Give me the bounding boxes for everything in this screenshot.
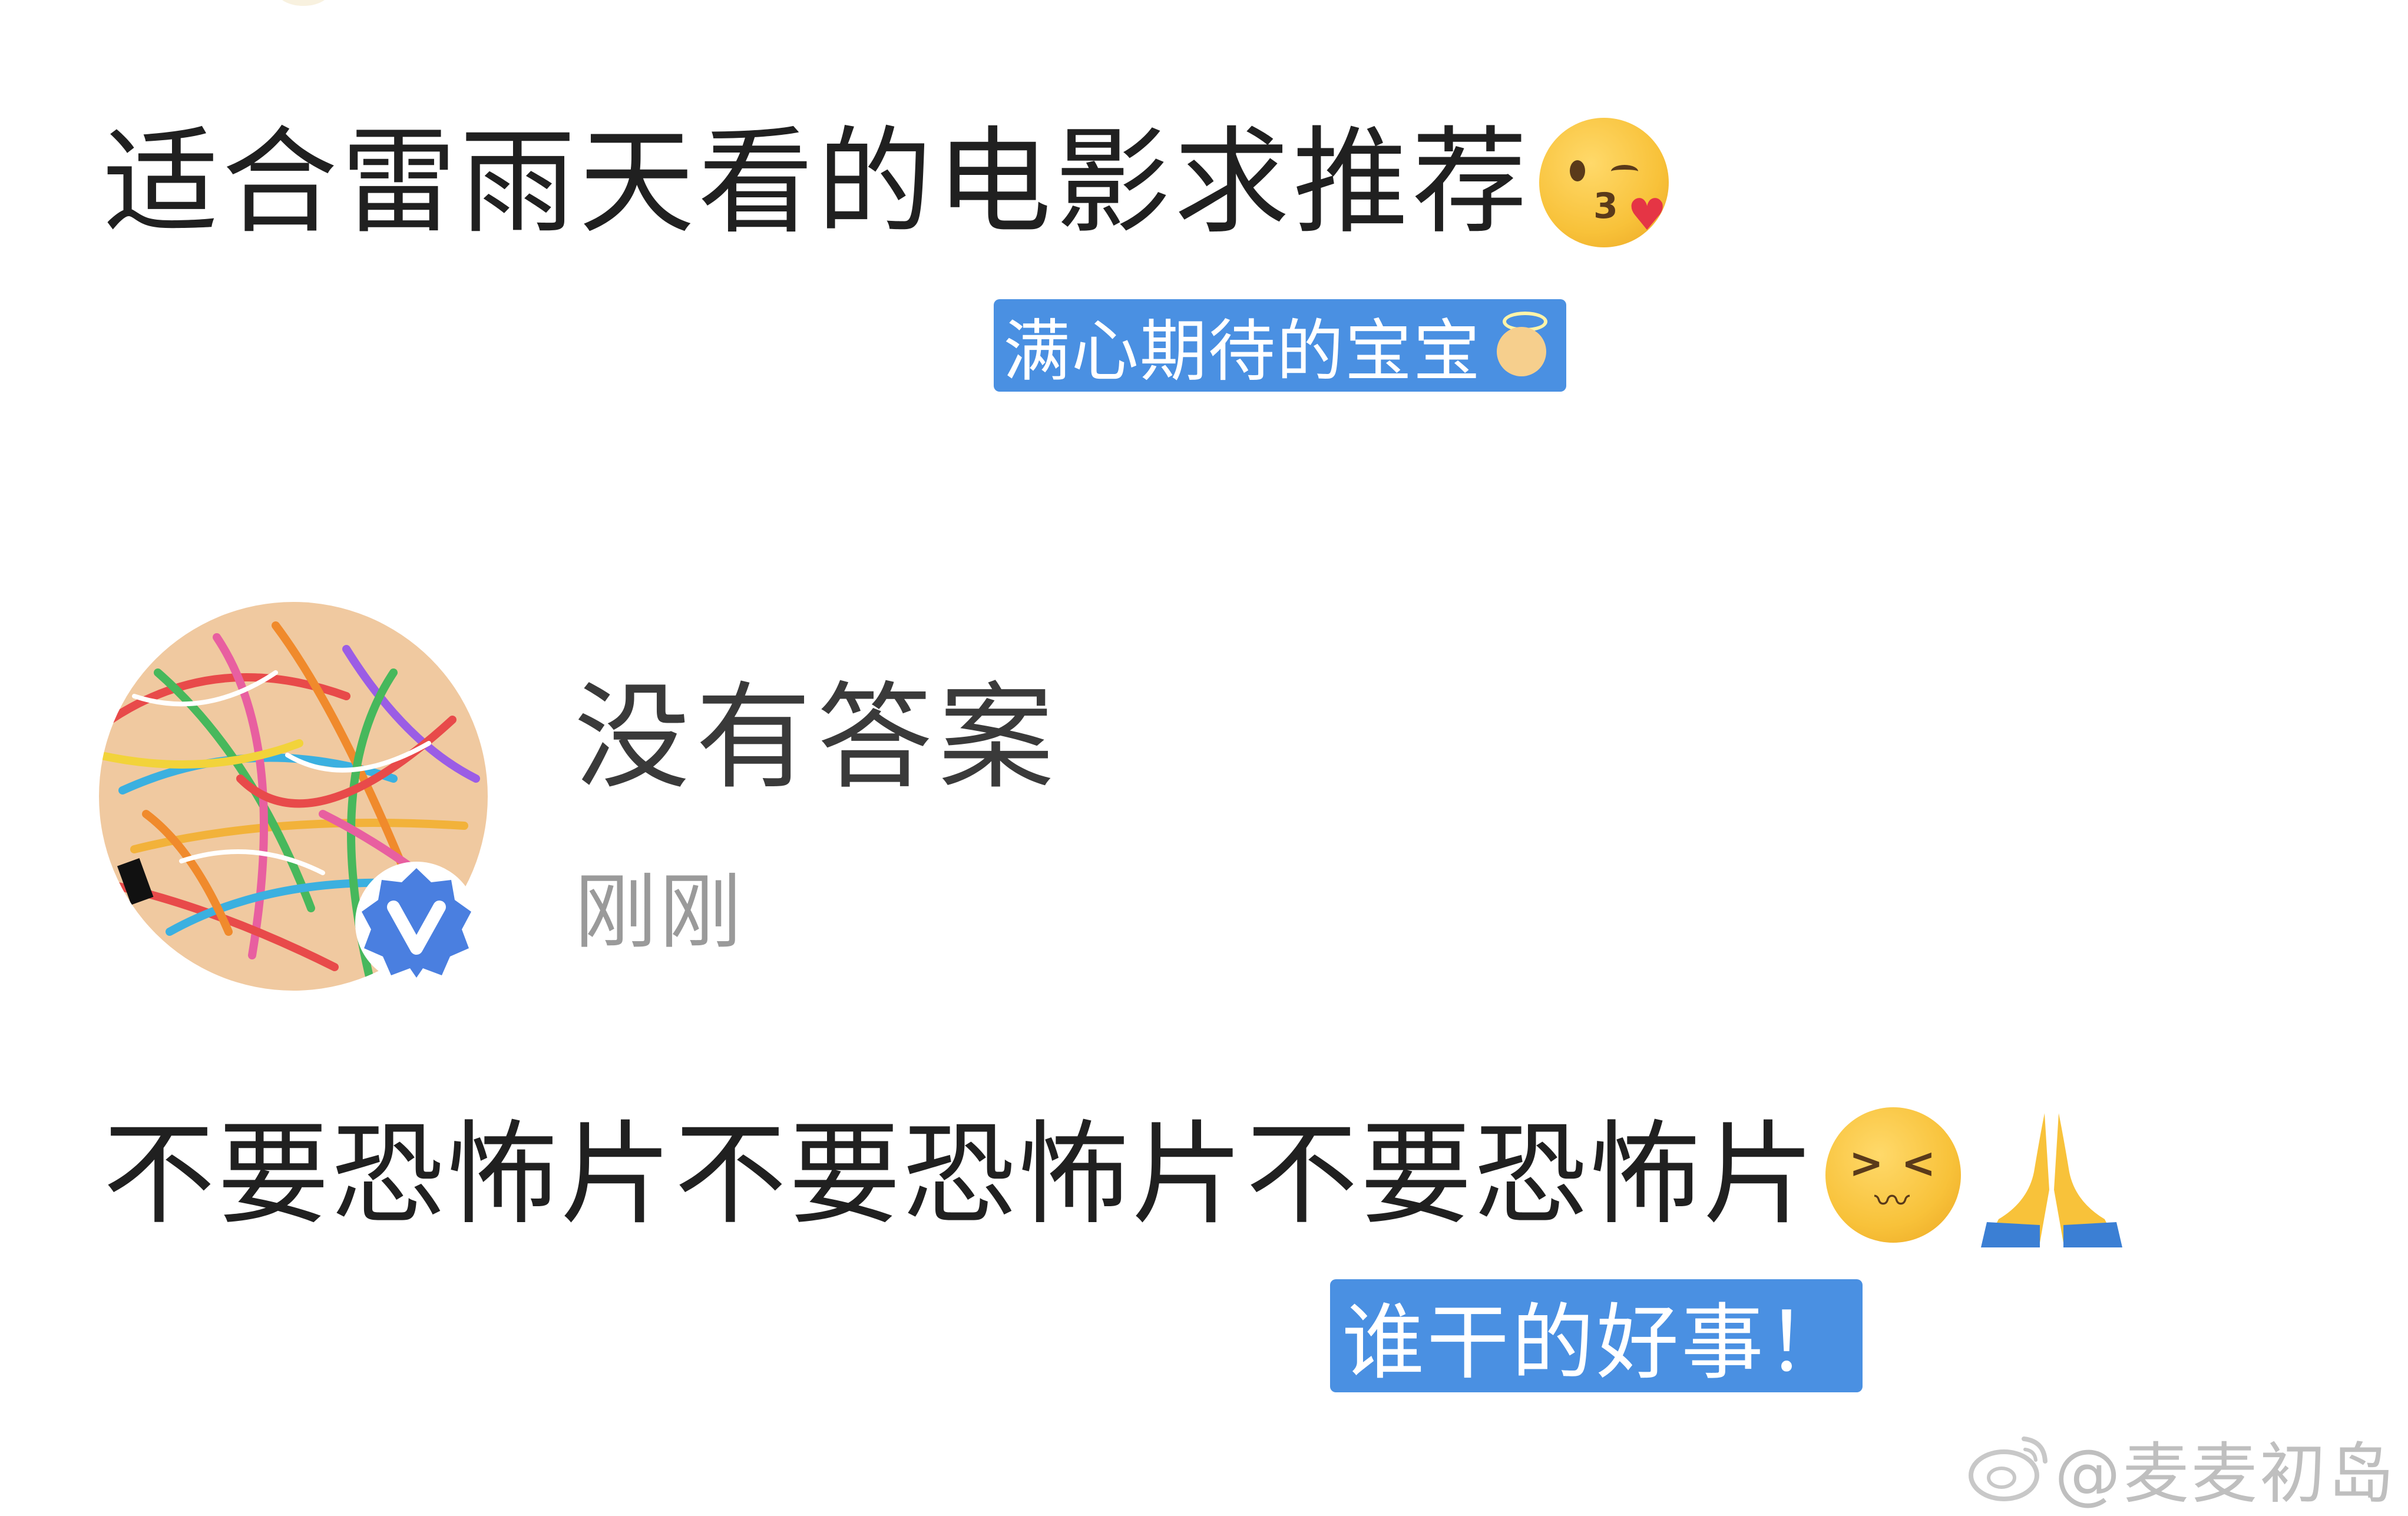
watermark-text: @麦麦初岛	[2055, 1436, 2396, 1512]
weibo-logo-icon	[1969, 1436, 2048, 1501]
caption-second-text: 谁干的好事！	[1342, 1295, 1851, 1391]
previous-avatar-fragment	[277, 0, 330, 6]
answer-content: 不要恐怖片不要恐怖片不要恐怖片 >< 〰	[103, 1107, 2128, 1247]
caption-overlay-first: 满心期待的宝宝	[994, 299, 1567, 392]
confounded-face-icon: >< 〰	[1825, 1107, 1962, 1243]
watermark: @麦麦初岛	[1967, 1424, 2396, 1512]
answer-timestamp: 刚刚	[574, 865, 745, 961]
caption-overlay-second: 谁干的好事！	[1330, 1279, 1863, 1392]
folded-hands-icon	[1981, 1113, 2123, 1247]
question-title: 适合雷雨天看的电影求推荐 3 ♥	[103, 106, 1669, 259]
caption-first-text: 满心期待的宝宝	[1003, 312, 1482, 390]
baby-angel-icon	[1486, 310, 1557, 381]
question-title-text: 适合雷雨天看的电影求推荐	[103, 115, 1532, 250]
answer-content-text: 不要恐怖片不要恐怖片不要恐怖片	[103, 1110, 1818, 1240]
verified-badge-icon	[355, 862, 478, 984]
answer-username[interactable]: 没有答案	[574, 680, 1060, 796]
kissing-face-with-heart-icon: 3 ♥	[1539, 118, 1669, 247]
